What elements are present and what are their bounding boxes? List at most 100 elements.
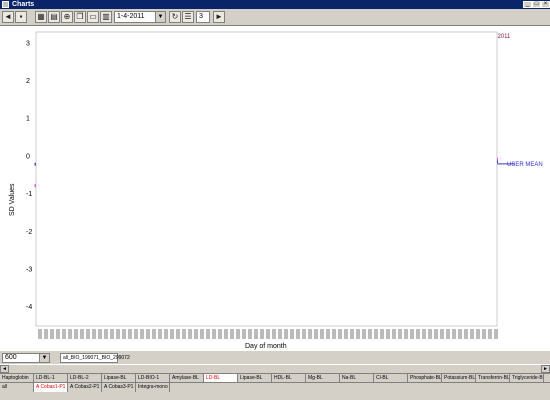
x-tick-label — [296, 329, 300, 339]
calendar-icon[interactable]: ▥ — [100, 11, 112, 23]
y-axis-label: SD Values — [9, 183, 16, 216]
x-tick-label — [290, 329, 294, 339]
x-tick-label — [362, 329, 366, 339]
x-tick-label — [140, 329, 144, 339]
chevron-down-icon[interactable]: ▼ — [155, 12, 165, 22]
x-tick-label — [242, 329, 246, 339]
y-tick-label: 3 — [26, 40, 30, 47]
x-tick-label — [164, 329, 168, 339]
x-tick-label — [224, 329, 228, 339]
print-icon[interactable]: ▤ — [48, 11, 60, 23]
y-tick-label: -3 — [26, 266, 32, 273]
zoom-icon[interactable]: ⊕ — [61, 11, 73, 23]
x-tick-label — [374, 329, 378, 339]
chart-icon[interactable]: ▦ — [35, 11, 47, 23]
x-tick-label — [386, 329, 390, 339]
y-tick-label: -1 — [26, 191, 32, 198]
y-tick-label: 2 — [26, 78, 30, 85]
save-icon[interactable]: ▪ — [15, 11, 27, 23]
x-tick-label — [188, 329, 192, 339]
x-tick-label — [452, 329, 456, 339]
x-tick-label — [308, 329, 312, 339]
selection-field[interactable]: all_BIO_199071_BIO_299072 — [60, 353, 130, 363]
x-tick-label — [80, 329, 84, 339]
x-tick-label — [98, 329, 102, 339]
x-axis-label: Day of month — [245, 343, 287, 350]
x-tick-label — [434, 329, 438, 339]
x-tick-label — [158, 329, 162, 339]
x-tick-label — [350, 329, 354, 339]
x-tick-label — [446, 329, 450, 339]
x-tick-label — [248, 329, 252, 339]
x-tick-label — [392, 329, 396, 339]
x-tick-label — [464, 329, 468, 339]
toolbar: ◄ ▪ ▦ ▤ ⊕ ❐ ▭ ▥ 1-4-2011 ▼ ↻ ☰ 3 ► — [0, 9, 550, 26]
x-tick-label — [368, 329, 372, 339]
title-bar: Charts _ □ × — [0, 0, 550, 9]
x-tick-label — [284, 329, 288, 339]
chevron-down-icon[interactable]: ▼ — [39, 354, 49, 362]
x-tick-label — [194, 329, 198, 339]
maximize-button[interactable]: □ — [532, 1, 541, 8]
next-icon[interactable]: ► — [213, 11, 225, 23]
x-tick-label — [482, 329, 486, 339]
number-value: 3 — [199, 13, 203, 20]
reference-line-label: USER MEAN — [507, 162, 543, 168]
x-tick-label — [92, 329, 96, 339]
x-tick-label — [326, 329, 330, 339]
x-tick-label — [218, 329, 222, 339]
tab-integra-mono[interactable]: Integra-mono — [136, 383, 170, 392]
x-tick-label — [338, 329, 342, 339]
refresh-icon[interactable]: ↻ — [169, 11, 181, 23]
x-tick-label — [236, 329, 240, 339]
x-tick-label — [260, 329, 264, 339]
tab-all[interactable]: all — [0, 383, 34, 392]
x-tick-label — [314, 329, 318, 339]
close-button[interactable]: × — [541, 1, 550, 8]
x-tick-label — [254, 329, 258, 339]
folder-icon[interactable]: ▭ — [87, 11, 99, 23]
x-tick-label — [74, 329, 78, 339]
app-icon — [2, 1, 9, 8]
tab-a-cobas2-p1[interactable]: A Cobas2-P1 — [68, 383, 102, 392]
scroll-right-icon[interactable]: ► — [541, 365, 550, 373]
copy-icon[interactable]: ❐ — [74, 11, 86, 23]
nav-first-icon[interactable]: ◄ — [2, 11, 14, 23]
x-tick-label — [128, 329, 132, 339]
x-tick-label — [62, 329, 66, 339]
y-tick-label: 1 — [26, 116, 30, 123]
x-tick-label — [212, 329, 216, 339]
x-tick-label — [470, 329, 474, 339]
number-field[interactable]: 3 — [196, 11, 210, 23]
point-count-field[interactable]: 600 ▼ — [2, 353, 50, 363]
x-tick-label — [410, 329, 414, 339]
tab-a-cobas3-p1[interactable]: A Cobas3-P1 — [102, 383, 136, 392]
minimize-button[interactable]: _ — [523, 1, 532, 8]
options-icon[interactable]: ☰ — [182, 11, 194, 23]
status-strip — [0, 392, 550, 400]
x-tick-label — [38, 329, 42, 339]
x-tick-label — [170, 329, 174, 339]
plot-frame — [35, 31, 498, 327]
x-tick-label — [44, 329, 48, 339]
x-tick-label — [272, 329, 276, 339]
point-count-value: 600 — [5, 354, 17, 361]
bottom-controls: 600 ▼ all_BIO_199071_BIO_299072 — [0, 352, 550, 364]
tab-a-cobas1-p1[interactable]: A Cobas1-P1 — [34, 383, 68, 392]
x-tick-label — [230, 329, 234, 339]
x-tick-label — [176, 329, 180, 339]
x-tick-label — [122, 329, 126, 339]
x-tick-label — [116, 329, 120, 339]
x-tick-label — [110, 329, 114, 339]
y-tick-label: -2 — [26, 229, 32, 236]
x-tick-label — [428, 329, 432, 339]
x-tick-label — [152, 329, 156, 339]
selection-label: all_BIO_199071_BIO_299072 — [63, 355, 130, 361]
y-tick-label: -4 — [26, 304, 32, 311]
date-value: 1-4-2011 — [117, 13, 145, 20]
x-tick-label — [476, 329, 480, 339]
date-combo[interactable]: 1-4-2011 ▼ — [114, 11, 166, 23]
scroll-left-icon[interactable]: ◄ — [0, 365, 9, 373]
x-tick-label — [56, 329, 60, 339]
x-tick-label — [332, 329, 336, 339]
